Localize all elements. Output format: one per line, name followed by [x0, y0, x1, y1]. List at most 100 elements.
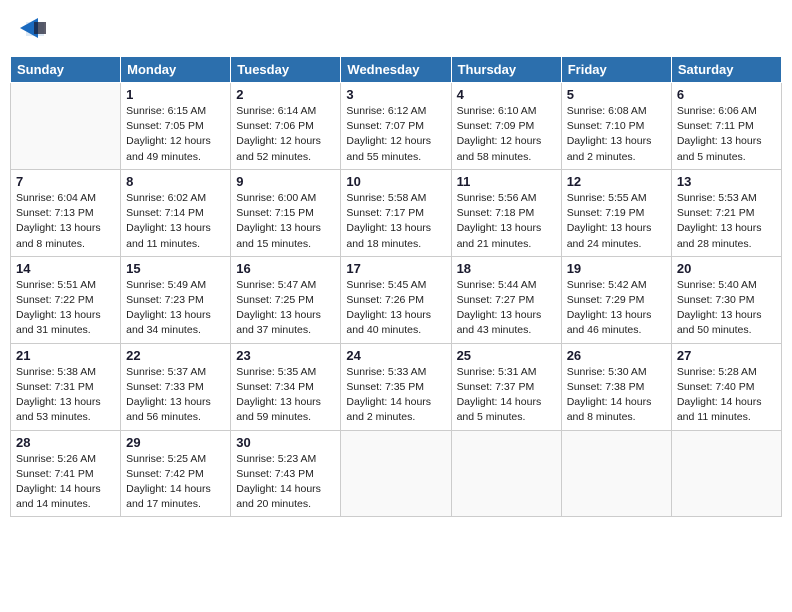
- calendar-cell: 26 Sunrise: 5:30 AM Sunset: 7:38 PM Dayli…: [561, 343, 671, 430]
- calendar-cell: 12 Sunrise: 5:55 AM Sunset: 7:19 PM Dayli…: [561, 169, 671, 256]
- day-number: 13: [677, 174, 776, 189]
- calendar-cell: 2 Sunrise: 6:14 AM Sunset: 7:06 PM Daylig…: [231, 83, 341, 170]
- day-info: Sunrise: 5:42 AM Sunset: 7:29 PM Dayligh…: [567, 278, 666, 339]
- calendar-week-row: 28 Sunrise: 5:26 AM Sunset: 7:41 PM Dayli…: [11, 430, 782, 517]
- day-number: 14: [16, 261, 115, 276]
- day-number: 22: [126, 348, 225, 363]
- day-info: Sunrise: 5:45 AM Sunset: 7:26 PM Dayligh…: [346, 278, 445, 339]
- calendar-cell: 17 Sunrise: 5:45 AM Sunset: 7:26 PM Dayli…: [341, 256, 451, 343]
- day-number: 1: [126, 87, 225, 102]
- calendar-cell: 27 Sunrise: 5:28 AM Sunset: 7:40 PM Dayli…: [671, 343, 781, 430]
- day-number: 20: [677, 261, 776, 276]
- calendar-cell: 29 Sunrise: 5:25 AM Sunset: 7:42 PM Dayli…: [121, 430, 231, 517]
- day-number: 19: [567, 261, 666, 276]
- day-number: 9: [236, 174, 335, 189]
- day-number: 27: [677, 348, 776, 363]
- calendar-cell: 22Sunrise: 5:37 AM Sunset: 7:33 PM Dayli…: [121, 343, 231, 430]
- weekday-header-wednesday: Wednesday: [341, 57, 451, 83]
- day-info: Sunrise: 5:49 AM Sunset: 7:23 PM Dayligh…: [126, 278, 225, 339]
- day-info: Sunrise: 5:40 AM Sunset: 7:30 PM Dayligh…: [677, 278, 776, 339]
- calendar-header-row: SundayMondayTuesdayWednesdayThursdayFrid…: [11, 57, 782, 83]
- page-header: [10, 10, 782, 50]
- day-number: 3: [346, 87, 445, 102]
- day-number: 7: [16, 174, 115, 189]
- day-info: Sunrise: 5:31 AM Sunset: 7:37 PM Dayligh…: [457, 365, 556, 426]
- calendar-cell: 6Sunrise: 6:06 AM Sunset: 7:11 PM Daylig…: [671, 83, 781, 170]
- day-info: Sunrise: 6:12 AM Sunset: 7:07 PM Dayligh…: [346, 104, 445, 165]
- day-number: 11: [457, 174, 556, 189]
- calendar-cell: 9 Sunrise: 6:00 AM Sunset: 7:15 PM Daylig…: [231, 169, 341, 256]
- day-number: 4: [457, 87, 556, 102]
- day-number: 16: [236, 261, 335, 276]
- calendar-cell: 3 Sunrise: 6:12 AM Sunset: 7:07 PM Daylig…: [341, 83, 451, 170]
- day-info: Sunrise: 5:33 AM Sunset: 7:35 PM Dayligh…: [346, 365, 445, 426]
- day-number: 29: [126, 435, 225, 450]
- day-number: 26: [567, 348, 666, 363]
- calendar-cell: 19 Sunrise: 5:42 AM Sunset: 7:29 PM Dayli…: [561, 256, 671, 343]
- day-info: Sunrise: 6:04 AM Sunset: 7:13 PM Dayligh…: [16, 191, 115, 252]
- weekday-header-thursday: Thursday: [451, 57, 561, 83]
- day-info: Sunrise: 5:35 AM Sunset: 7:34 PM Dayligh…: [236, 365, 335, 426]
- day-number: 2: [236, 87, 335, 102]
- day-info: Sunrise: 6:02 AM Sunset: 7:14 PM Dayligh…: [126, 191, 225, 252]
- day-number: 12: [567, 174, 666, 189]
- calendar-cell: 5Sunrise: 6:08 AM Sunset: 7:10 PM Daylig…: [561, 83, 671, 170]
- calendar-cell: 30 Sunrise: 5:23 AM Sunset: 7:43 PM Dayli…: [231, 430, 341, 517]
- calendar-cell: 20 Sunrise: 5:40 AM Sunset: 7:30 PM Dayli…: [671, 256, 781, 343]
- day-number: 15: [126, 261, 225, 276]
- calendar-cell: [11, 83, 121, 170]
- day-info: Sunrise: 6:10 AM Sunset: 7:09 PM Dayligh…: [457, 104, 556, 165]
- calendar-cell: 16 Sunrise: 5:47 AM Sunset: 7:25 PM Dayli…: [231, 256, 341, 343]
- day-info: Sunrise: 6:08 AM Sunset: 7:10 PM Dayligh…: [567, 104, 666, 165]
- calendar-cell: 25 Sunrise: 5:31 AM Sunset: 7:37 PM Dayli…: [451, 343, 561, 430]
- day-info: Sunrise: 6:00 AM Sunset: 7:15 PM Dayligh…: [236, 191, 335, 252]
- calendar-cell: 1 Sunrise: 6:15 AM Sunset: 7:05 PM Daylig…: [121, 83, 231, 170]
- day-info: Sunrise: 5:30 AM Sunset: 7:38 PM Dayligh…: [567, 365, 666, 426]
- day-info: Sunrise: 5:47 AM Sunset: 7:25 PM Dayligh…: [236, 278, 335, 339]
- weekday-header-tuesday: Tuesday: [231, 57, 341, 83]
- day-number: 6: [677, 87, 776, 102]
- day-number: 28: [16, 435, 115, 450]
- logo: [16, 14, 52, 46]
- calendar-cell: 13 Sunrise: 5:53 AM Sunset: 7:21 PM Dayli…: [671, 169, 781, 256]
- calendar-table: SundayMondayTuesdayWednesdayThursdayFrid…: [10, 56, 782, 517]
- day-number: 18: [457, 261, 556, 276]
- calendar-cell: 18 Sunrise: 5:44 AM Sunset: 7:27 PM Dayli…: [451, 256, 561, 343]
- calendar-cell: 14 Sunrise: 5:51 AM Sunset: 7:22 PM Dayli…: [11, 256, 121, 343]
- day-number: 30: [236, 435, 335, 450]
- day-info: Sunrise: 6:14 AM Sunset: 7:06 PM Dayligh…: [236, 104, 335, 165]
- calendar-cell: 23 Sunrise: 5:35 AM Sunset: 7:34 PM Dayli…: [231, 343, 341, 430]
- calendar-cell: [561, 430, 671, 517]
- day-info: Sunrise: 5:26 AM Sunset: 7:41 PM Dayligh…: [16, 452, 115, 513]
- day-info: Sunrise: 5:55 AM Sunset: 7:19 PM Dayligh…: [567, 191, 666, 252]
- day-number: 23: [236, 348, 335, 363]
- calendar-cell: 28 Sunrise: 5:26 AM Sunset: 7:41 PM Dayli…: [11, 430, 121, 517]
- day-info: Sunrise: 5:38 AM Sunset: 7:31 PM Dayligh…: [16, 365, 115, 426]
- day-info: Sunrise: 5:44 AM Sunset: 7:27 PM Dayligh…: [457, 278, 556, 339]
- calendar-week-row: 21 Sunrise: 5:38 AM Sunset: 7:31 PM Dayli…: [11, 343, 782, 430]
- day-info: Sunrise: 5:25 AM Sunset: 7:42 PM Dayligh…: [126, 452, 225, 513]
- day-info: Sunrise: 5:23 AM Sunset: 7:43 PM Dayligh…: [236, 452, 335, 513]
- calendar-cell: 4 Sunrise: 6:10 AM Sunset: 7:09 PM Daylig…: [451, 83, 561, 170]
- day-number: 25: [457, 348, 556, 363]
- weekday-header-friday: Friday: [561, 57, 671, 83]
- day-number: 10: [346, 174, 445, 189]
- day-info: Sunrise: 5:53 AM Sunset: 7:21 PM Dayligh…: [677, 191, 776, 252]
- calendar-cell: [451, 430, 561, 517]
- day-info: Sunrise: 6:15 AM Sunset: 7:05 PM Dayligh…: [126, 104, 225, 165]
- calendar-week-row: 14 Sunrise: 5:51 AM Sunset: 7:22 PM Dayli…: [11, 256, 782, 343]
- calendar-cell: 8Sunrise: 6:02 AM Sunset: 7:14 PM Daylig…: [121, 169, 231, 256]
- calendar-week-row: 1 Sunrise: 6:15 AM Sunset: 7:05 PM Daylig…: [11, 83, 782, 170]
- day-number: 21: [16, 348, 115, 363]
- day-info: Sunrise: 5:58 AM Sunset: 7:17 PM Dayligh…: [346, 191, 445, 252]
- weekday-header-sunday: Sunday: [11, 57, 121, 83]
- day-number: 24: [346, 348, 445, 363]
- day-number: 17: [346, 261, 445, 276]
- weekday-header-monday: Monday: [121, 57, 231, 83]
- calendar-week-row: 7 Sunrise: 6:04 AM Sunset: 7:13 PM Daylig…: [11, 169, 782, 256]
- calendar-cell: 11Sunrise: 5:56 AM Sunset: 7:18 PM Dayli…: [451, 169, 561, 256]
- calendar-cell: 15 Sunrise: 5:49 AM Sunset: 7:23 PM Dayli…: [121, 256, 231, 343]
- day-info: Sunrise: 5:51 AM Sunset: 7:22 PM Dayligh…: [16, 278, 115, 339]
- calendar-cell: [671, 430, 781, 517]
- day-info: Sunrise: 5:28 AM Sunset: 7:40 PM Dayligh…: [677, 365, 776, 426]
